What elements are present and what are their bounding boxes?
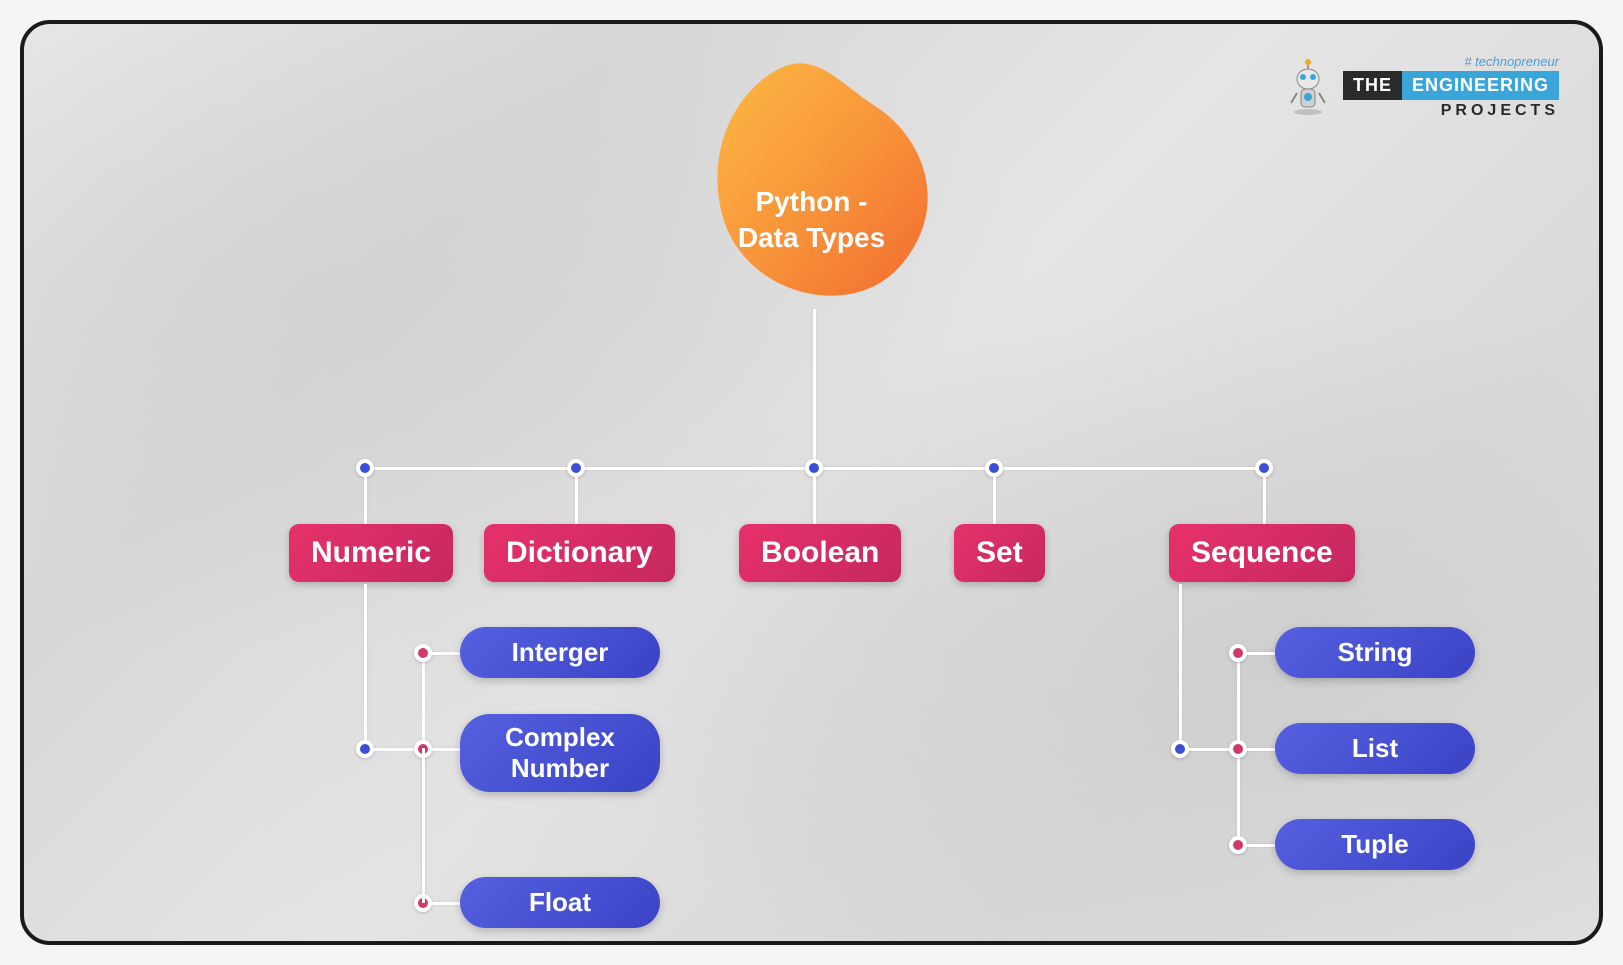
node-dot xyxy=(985,459,1003,477)
connector-line xyxy=(813,477,816,527)
subtype-list: List xyxy=(1275,723,1475,774)
connector-line xyxy=(430,902,460,905)
connector-line xyxy=(1245,652,1275,655)
connector-line xyxy=(430,652,460,655)
brand-logo: # technopreneur THE ENGINEERING PROJECTS xyxy=(1283,54,1559,120)
connector-line xyxy=(1245,748,1275,751)
subtype-float: Float xyxy=(460,877,660,928)
connector-line xyxy=(430,748,460,751)
subtype-tuple: Tuple xyxy=(1275,819,1475,870)
root-title-line2: Data Types xyxy=(738,222,885,253)
category-sequence: Sequence xyxy=(1169,524,1355,582)
logo-tagline: # technopreneur xyxy=(1464,54,1559,69)
node-dot xyxy=(1255,459,1273,477)
subtype-complex-line2: Number xyxy=(511,753,609,783)
logo-word-projects: PROJECTS xyxy=(1441,102,1559,120)
category-boolean: Boolean xyxy=(739,524,901,582)
category-set: Set xyxy=(954,524,1045,582)
connector-line xyxy=(1245,844,1275,847)
category-numeric: Numeric xyxy=(289,524,453,582)
node-dot xyxy=(805,459,823,477)
root-node: Python - Data Types xyxy=(672,54,952,314)
connector-line xyxy=(364,477,367,527)
connector-line xyxy=(1263,477,1266,527)
logo-word-engineering: ENGINEERING xyxy=(1402,71,1559,100)
node-dot xyxy=(356,459,374,477)
subtype-string: String xyxy=(1275,627,1475,678)
category-dictionary: Dictionary xyxy=(484,524,675,582)
connector-line xyxy=(1179,584,1182,749)
diagram-frame: # technopreneur THE ENGINEERING PROJECTS… xyxy=(20,20,1603,945)
root-title-line1: Python - xyxy=(755,186,867,217)
connector-line xyxy=(575,477,578,527)
connector-line xyxy=(364,584,367,749)
subtype-complex-line1: Complex xyxy=(505,722,615,752)
connector-line xyxy=(993,477,996,527)
subtype-integer: Interger xyxy=(460,627,660,678)
robot-icon xyxy=(1283,57,1333,117)
connector-line xyxy=(813,309,816,469)
subtype-complex-number: Complex Number xyxy=(460,714,660,792)
connector-line xyxy=(422,748,425,903)
logo-word-the: THE xyxy=(1343,71,1402,100)
node-dot xyxy=(567,459,585,477)
